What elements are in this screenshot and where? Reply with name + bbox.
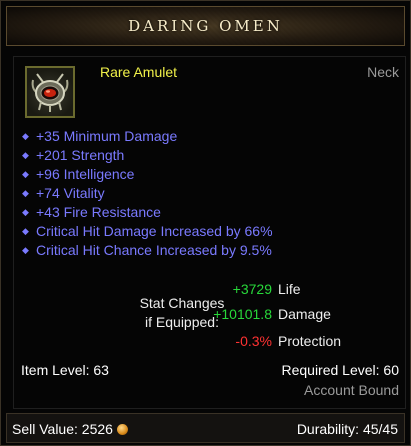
affix-line: ◆ +201 Strength: [22, 147, 124, 163]
affix-text: +74 Vitality: [36, 185, 105, 201]
stat-change-value: +10101.8: [213, 306, 272, 322]
bullet-icon: ◆: [22, 169, 29, 179]
affix-line: ◆ Critical Hit Damage Increased by 66%: [22, 223, 273, 239]
stat-change-value: +3729: [232, 281, 272, 297]
affix-text: Critical Hit Damage Increased by 66%: [36, 223, 273, 239]
bullet-icon: ◆: [22, 207, 29, 217]
bullet-icon: ◆: [22, 188, 29, 198]
item-slot: Neck: [367, 64, 399, 80]
item-tooltip: DARING OMEN Rare Amulet Neck ◆ +35 Minimu…: [0, 0, 411, 446]
affix-line: ◆ Critical Hit Chance Increased by 9.5%: [22, 242, 272, 258]
item-name: DARING OMEN: [128, 17, 283, 35]
durability-label: Durability:: [296, 421, 360, 437]
affix-line: ◆ +96 Intelligence: [22, 166, 134, 182]
item-type: Rare Amulet: [100, 64, 178, 80]
item-details: Rare Amulet Neck ◆ +35 Minimum Damage ◆ +2…: [13, 56, 406, 409]
required-level: Required Level: 60: [281, 362, 399, 378]
item-footer: Sell Value: 2526 Durability: 45/45: [6, 413, 405, 443]
affix-text: +201 Strength: [36, 147, 125, 163]
affix-line: ◆ +35 Minimum Damage: [22, 128, 177, 144]
affix-text: +35 Minimum Damage: [36, 128, 178, 144]
bullet-icon: ◆: [22, 150, 29, 160]
bullet-icon: ◆: [22, 226, 29, 236]
stat-change-value: -0.3%: [235, 333, 272, 349]
stat-change-name: Protection: [278, 333, 342, 349]
amulet-icon: [25, 66, 75, 118]
affix-line: ◆ +43 Fire Resistance: [22, 204, 161, 220]
sell-value-label: Sell Value:: [12, 421, 78, 437]
affix-text: +96 Intelligence: [36, 166, 135, 182]
affix-text: +43 Fire Resistance: [36, 204, 161, 220]
stat-change-name: Life: [278, 281, 301, 297]
durability-value: 45/45: [362, 421, 398, 437]
item-level: Item Level: 63: [21, 362, 109, 378]
item-name-banner: DARING OMEN: [6, 6, 405, 46]
gold-coin-icon: [116, 424, 128, 435]
durability: Durability: 45/45: [297, 421, 398, 437]
bullet-icon: ◆: [22, 245, 29, 255]
sell-value-amount: 2526: [81, 421, 113, 437]
stat-change-name: Damage: [278, 306, 331, 322]
binding-status: Account Bound: [304, 382, 399, 398]
bullet-icon: ◆: [22, 131, 29, 141]
sell-value: Sell Value: 2526: [12, 421, 128, 437]
affix-text: Critical Hit Chance Increased by 9.5%: [36, 242, 272, 258]
affix-line: ◆ +74 Vitality: [22, 185, 105, 201]
